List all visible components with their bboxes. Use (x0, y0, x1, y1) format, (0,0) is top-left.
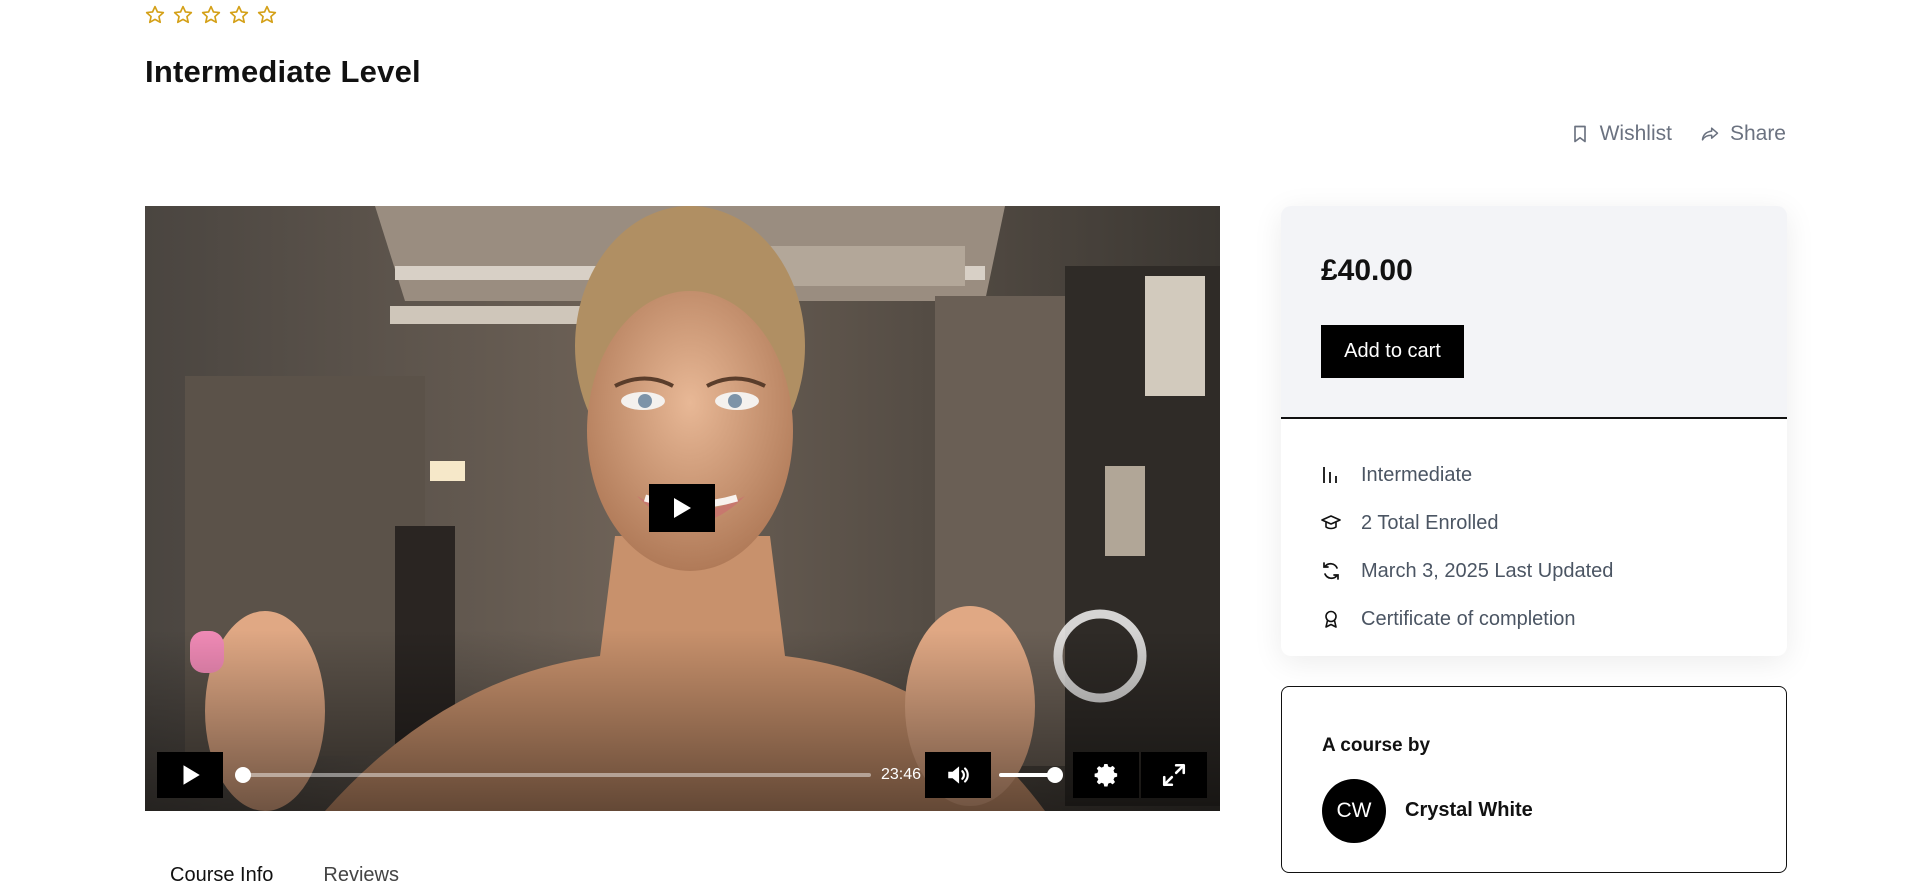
mute-button[interactable] (925, 752, 991, 798)
star-icon (173, 5, 193, 24)
seek-bar[interactable] (235, 767, 871, 783)
meta-certificate-text: Certificate of completion (1361, 607, 1576, 630)
add-to-cart-button[interactable]: Add to cart (1321, 325, 1464, 378)
instructor-card: A course by CW Crystal White (1281, 686, 1787, 873)
wishlist-label: Wishlist (1599, 122, 1672, 145)
fullscreen-icon (1162, 763, 1186, 787)
meta-enrolled-text: 2 Total Enrolled (1361, 511, 1499, 534)
bookmark-icon (1573, 125, 1586, 143)
video-duration: 23:46 (881, 766, 922, 783)
wishlist-button[interactable]: Wishlist (1570, 122, 1672, 146)
pricing-card: £40.00 Add to cart Intermediate 2 Total … (1281, 206, 1787, 656)
play-icon (674, 498, 691, 518)
share-label: Share (1729, 122, 1786, 145)
play-icon (183, 765, 200, 785)
course-by-label: A course by (1322, 735, 1431, 756)
volume-knob[interactable] (1047, 767, 1063, 783)
share-arrow-icon (1701, 127, 1719, 141)
volume-icon (948, 766, 969, 784)
video-controls: 23:46 (157, 752, 1208, 798)
course-actions: Wishlist Share (1570, 122, 1786, 146)
tab-reviews[interactable]: Reviews (323, 864, 399, 881)
course-price: £40.00 (1321, 254, 1413, 287)
play-button[interactable] (157, 752, 223, 798)
tab-course-info[interactable]: Course Info (170, 864, 273, 881)
meta-certificate: Certificate of completion (1321, 595, 1747, 643)
course-video-player[interactable]: 23:46 (145, 206, 1220, 811)
gear-icon (1094, 763, 1118, 787)
course-tabs: Course Info Reviews (170, 864, 399, 881)
level-bars-icon (1323, 467, 1337, 483)
fullscreen-button[interactable] (1141, 752, 1207, 798)
seek-knob[interactable] (235, 767, 251, 783)
share-button[interactable]: Share (1700, 122, 1786, 146)
graduation-cap-icon (1321, 515, 1341, 530)
course-meta-list: Intermediate 2 Total Enrolled March 3, 2… (1281, 419, 1787, 643)
meta-level: Intermediate (1321, 451, 1747, 499)
pricing-header: £40.00 Add to cart (1281, 206, 1787, 419)
star-icon (145, 5, 165, 24)
meta-enrolled: 2 Total Enrolled (1321, 499, 1747, 547)
course-title: Intermediate Level (145, 54, 421, 89)
meta-level-text: Intermediate (1361, 463, 1473, 486)
big-play-button[interactable] (649, 484, 715, 532)
settings-button[interactable] (1073, 752, 1139, 798)
avatar[interactable]: CW (1322, 779, 1386, 843)
meta-updated-text: March 3, 2025 Last Updated (1361, 559, 1614, 582)
star-icon (201, 5, 221, 24)
award-icon (1325, 610, 1337, 628)
rating-stars (144, 4, 278, 26)
star-icon (257, 5, 277, 24)
instructor-name[interactable]: Crystal White (1405, 799, 1533, 822)
volume-slider[interactable] (999, 767, 1063, 783)
star-icon (229, 5, 249, 24)
refresh-icon (1323, 562, 1339, 580)
meta-updated: March 3, 2025 Last Updated (1321, 547, 1747, 595)
